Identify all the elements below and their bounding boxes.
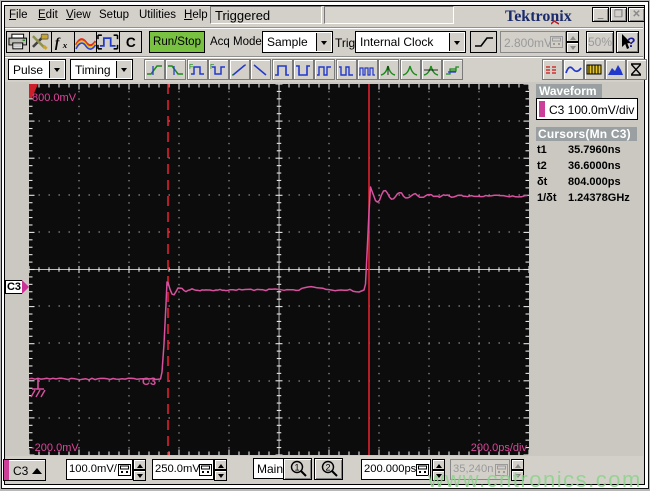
svg-text:C3: C3: [142, 376, 156, 388]
svg-text:200.0ps/div: 200.0ps/div: [471, 442, 528, 454]
svg-text:?: ?: [627, 34, 636, 50]
svg-text:1: 1: [294, 463, 299, 473]
svg-text:f: f: [55, 35, 61, 50]
svg-text:800.0mV: 800.0mV: [32, 92, 77, 104]
svg-text:x: x: [62, 40, 68, 50]
svg-text:C: C: [125, 35, 135, 50]
svg-text:F: F: [189, 64, 193, 71]
svg-text:2: 2: [325, 463, 330, 473]
svg-text:-200.0mV: -200.0mV: [31, 442, 79, 454]
